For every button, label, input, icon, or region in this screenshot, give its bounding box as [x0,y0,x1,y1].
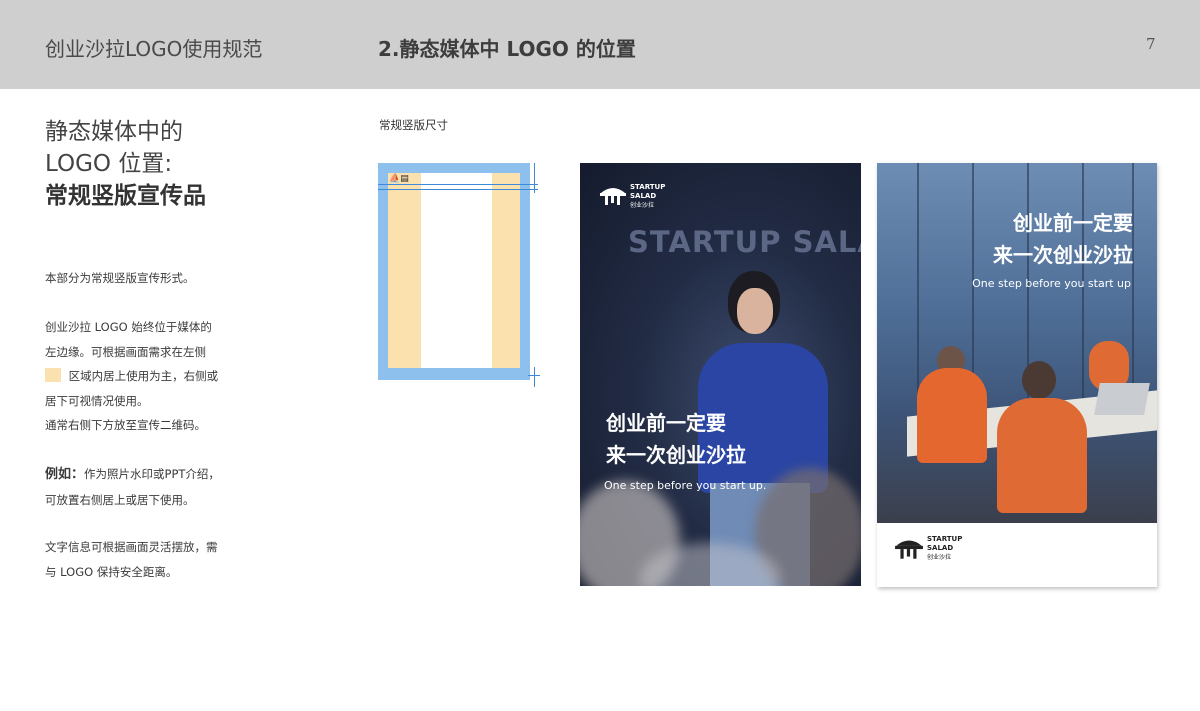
poster1-slogan: 创业前一定要 来一次创业沙拉 [606,407,746,471]
brand-en-line1: STARTUP [927,535,963,543]
layout-guide-diagram: ⛵▤ [378,163,540,387]
logo-zone-left [388,173,421,368]
laptop [1094,383,1150,415]
paragraph-text-info: 文字信息可根据画面灵活摆放，需 与 LOGO 保持安全距离。 [45,535,275,584]
para2-line-with-swatch: 区域内居上使用为主，右侧或 [45,364,275,389]
brand-logo: STARTUP SALAD 创业沙拉 [894,535,962,562]
dimension-line [534,367,535,387]
bottom-margin [378,368,530,380]
right-margin [520,163,530,380]
speaker-face [737,288,773,334]
slogan-line: 来一次创业沙拉 [606,443,746,467]
logo-zone-swatch [45,368,61,382]
para2-line: 创业沙拉 LOGO 始终位于媒体的 [45,320,212,334]
guide-line [378,184,538,185]
brand-logo: STARTUP SALAD 创业沙拉 [599,183,665,210]
heading-line-3: 常规竖版宣传品 [45,183,206,209]
left-margin [378,163,388,380]
paragraph-intro: 本部分为常规竖版宣传形式。 [45,266,275,291]
heading-line-2: LOGO 位置: [45,151,173,177]
slogan-line: 创业前一定要 [1013,211,1133,235]
guide-subhead: 常规竖版尺寸 [379,118,448,132]
slogan-line: 来一次创业沙拉 [993,243,1133,267]
brand-en-line2: SALAD [927,544,954,552]
poster-example-light: 创业前一定要 来一次创业沙拉 One step before you start… [877,163,1157,587]
dimension-line [534,163,535,193]
document-title: 创业沙拉LOGO使用规范 [45,37,263,61]
para4-line: 文字信息可根据画面灵活摆放，需 [45,540,218,554]
para1: 本部分为常规竖版宣传形式。 [45,271,195,285]
brand-en-line1: STARTUP [630,183,666,191]
slogan-line: 创业前一定要 [606,411,726,435]
brand-cn: 创业沙拉 [927,554,952,561]
brand-en-line2: SALAD [630,192,657,200]
para2-line: 居下可视情况使用。 [45,393,149,408]
salad-logo-icon [600,188,626,205]
para2-line: 区域内居上使用为主，右侧或 [68,369,219,383]
heading-line-1: 静态媒体中的 [45,119,183,145]
poster2-slogan-en: One step before you start up [972,277,1131,290]
para2-line: 通常右侧下方放至宣传二维码。 [45,418,206,432]
section-title: 2.静态媒体中 LOGO 的位置 [378,37,636,61]
top-margin [378,163,530,173]
paragraph-example: 例如：作为照片水印或PPT介绍， 可放置右侧居上或居下使用。 [45,462,275,512]
para3-text: 作为照片水印或PPT介绍， [84,467,220,481]
mini-logo-icon: ⛵▤ [389,174,409,184]
person-head [1022,361,1056,399]
logo-zone-right [492,173,520,368]
para4-line: 与 LOGO 保持安全距离。 [45,564,178,579]
page-number: 7 [1146,35,1156,53]
meeting-photo: 创业前一定要 来一次创业沙拉 One step before you start… [877,163,1157,523]
dimension-line [528,375,540,376]
person-orange-shirt [917,368,987,463]
para2-line: 左边缘。可根据画面需求在左侧 [45,344,206,359]
window-mullion [917,163,919,403]
example-label: 例如： [45,467,85,482]
backdrop-text: STARTUP SALAD [628,225,861,259]
para3-line: 可放置右侧居上或居下使用。 [45,492,195,507]
person-orange-shirt [997,398,1087,513]
salad-logo-icon [895,540,923,559]
poster-example-dark: STARTUP SALAD STARTUP SALAD 创业沙拉 创业前一定要 … [580,163,861,586]
guide-line [378,189,538,190]
paragraph-placement: 创业沙拉 LOGO 始终位于媒体的 左边缘。可根据画面需求在左侧 区域内居上使用… [45,315,275,438]
page-header: 创业沙拉LOGO使用规范 2.静态媒体中 LOGO 的位置 7 [0,0,1200,89]
brand-cn: 创业沙拉 [630,202,655,209]
poster2-slogan: 创业前一定要 来一次创业沙拉 [993,207,1133,271]
window-mullion [1132,163,1134,403]
poster1-slogan-en: One step before you start up. [604,479,767,492]
left-heading: 静态媒体中的 LOGO 位置: 常规竖版宣传品 [45,116,295,212]
para3-line: 例如：作为照片水印或PPT介绍， [45,462,275,488]
